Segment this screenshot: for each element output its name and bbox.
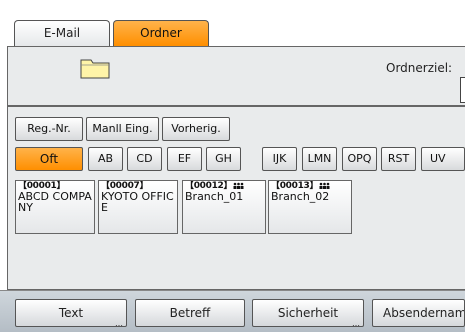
previous-label: Vorherig. xyxy=(171,122,221,135)
text-button-label: Text xyxy=(58,306,84,320)
subject-button-label: Betreff xyxy=(169,306,211,320)
entry-name: KYOTO OFFICE xyxy=(101,190,174,214)
previous-button[interactable]: Vorherig. xyxy=(162,117,230,141)
address-entry[interactable]: 【00007】 KYOTO OFFICE xyxy=(98,180,178,234)
destination-panel: Ordnerziel: xyxy=(7,46,465,106)
tab-ordner[interactable]: Ordner xyxy=(113,20,209,46)
index-tab-gh[interactable]: GH xyxy=(206,147,241,171)
entry-name: Branch_02 xyxy=(271,190,330,203)
index-tab-ijk[interactable]: IJK xyxy=(262,147,297,171)
manual-entry-label: Manll Eing. xyxy=(92,122,153,135)
destination-label: Ordnerziel: xyxy=(386,61,453,75)
scanner-screen: E-Mail Ordner Ordnerziel: Reg.-Nr. … Man… xyxy=(0,0,465,332)
folder-icon xyxy=(80,59,110,79)
sender-name-button[interactable]: Absendername xyxy=(372,299,465,327)
group-icon xyxy=(319,182,330,189)
reg-nr-label: Reg.-Nr. xyxy=(27,122,71,135)
tab-email[interactable]: E-Mail xyxy=(14,20,110,46)
index-tab-opq[interactable]: OPQ xyxy=(342,147,377,171)
subject-button[interactable]: Betreff xyxy=(135,299,245,327)
index-tab-lmn[interactable]: LMN xyxy=(302,147,337,171)
manual-entry-button[interactable]: Manll Eing. xyxy=(86,117,159,141)
address-entry[interactable]: 【00012】 Branch_01 xyxy=(182,180,266,234)
address-entry[interactable]: 【00013】 Branch_02 xyxy=(268,180,352,234)
index-tab-rst[interactable]: RST xyxy=(381,147,416,171)
group-icon xyxy=(233,182,244,189)
index-tab-ab[interactable]: AB xyxy=(88,147,123,171)
more-indicator-icon: … xyxy=(72,134,80,143)
security-button-label: Sicherheit xyxy=(277,306,339,320)
address-entry[interactable]: 【00001】 ABCD COMPANY xyxy=(15,180,95,234)
security-button[interactable]: Sicherheit … xyxy=(252,299,364,327)
index-tab-oft[interactable]: Oft xyxy=(15,147,83,171)
sender-name-button-label: Absendername xyxy=(383,306,465,320)
index-tab-uv[interactable]: UV xyxy=(421,147,465,171)
entry-name: ABCD COMPANY xyxy=(18,190,92,214)
more-indicator-icon: … xyxy=(352,319,360,327)
index-tab-ef[interactable]: EF xyxy=(167,147,202,171)
reg-nr-button[interactable]: Reg.-Nr. … xyxy=(15,117,83,143)
entry-name: Branch_01 xyxy=(185,190,244,203)
destination-field[interactable] xyxy=(460,77,465,103)
text-button[interactable]: Text … xyxy=(15,299,127,327)
index-tab-cd[interactable]: CD xyxy=(127,147,162,171)
bottom-bar: Text … Betreff Sicherheit … Absendername xyxy=(0,290,465,332)
more-indicator-icon: … xyxy=(115,319,123,327)
